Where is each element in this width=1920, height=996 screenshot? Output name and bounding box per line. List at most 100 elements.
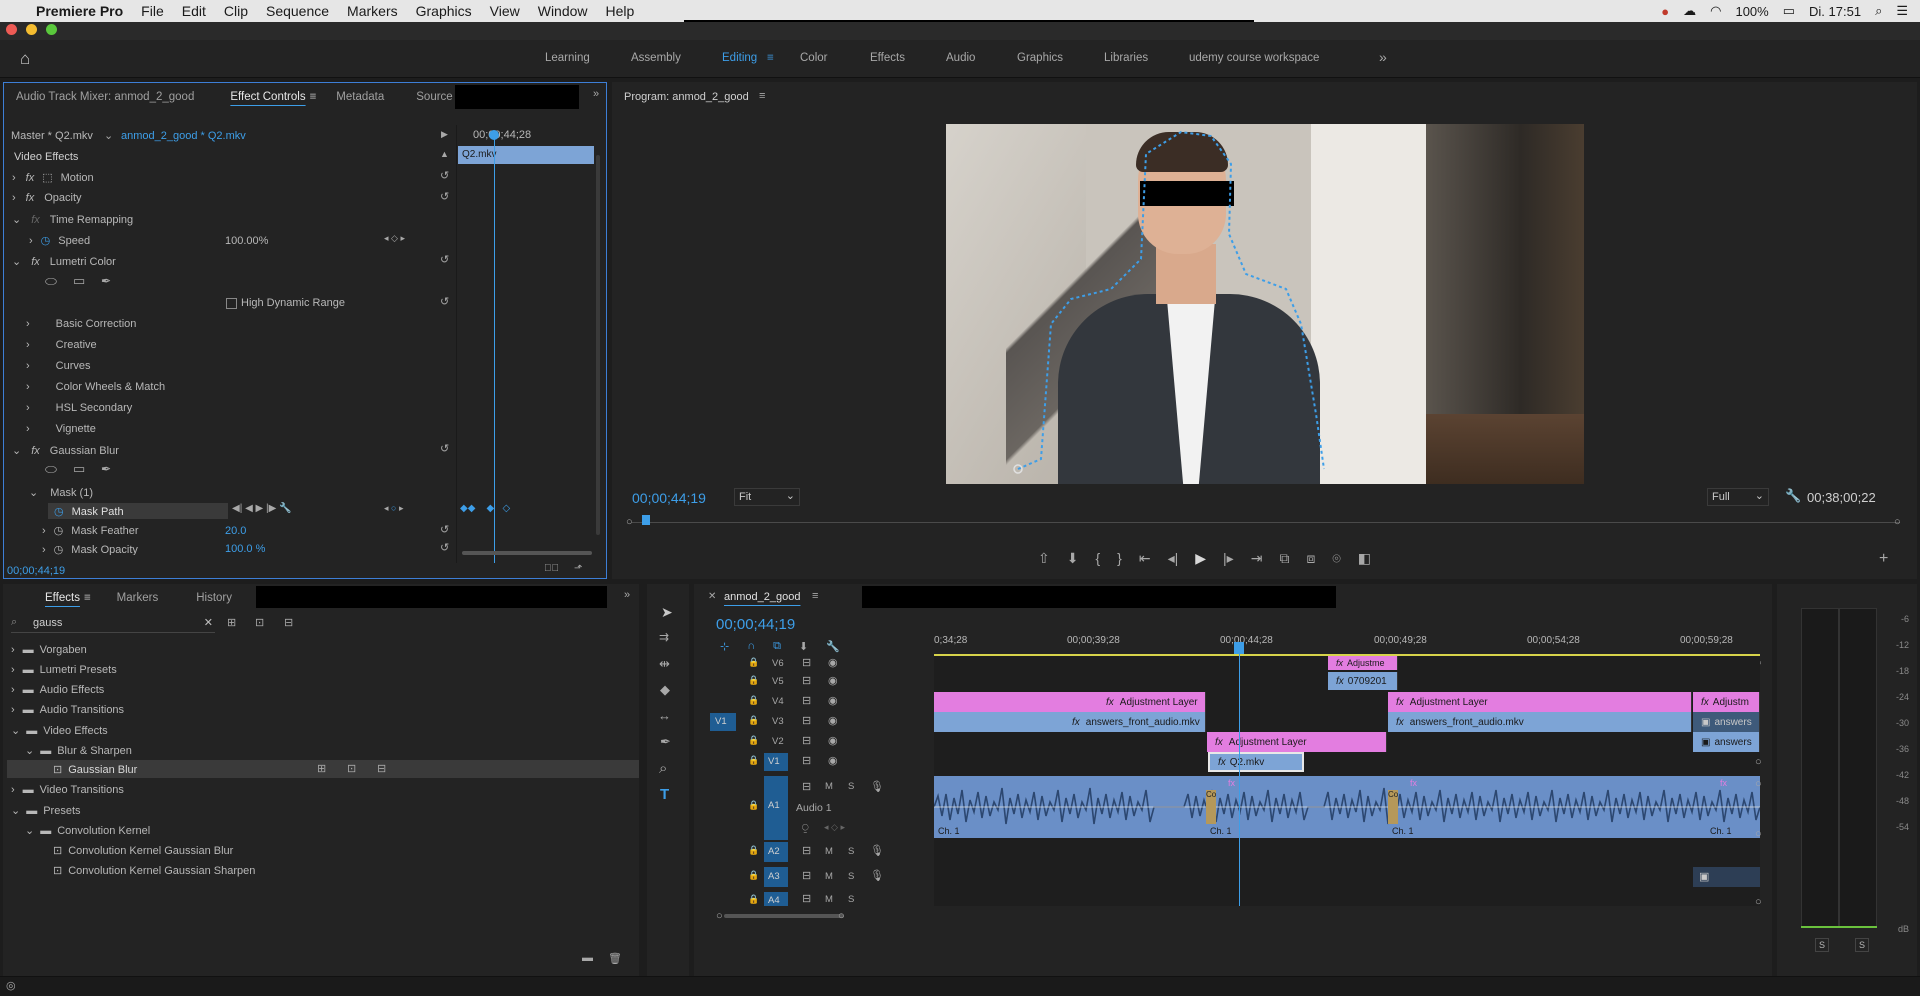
zoom-tool-icon[interactable]: ⌕ xyxy=(659,760,667,777)
track-label-a2[interactable]: A2 xyxy=(764,842,788,862)
collapse-icon[interactable]: ⌄ xyxy=(12,445,21,457)
track-select-icon[interactable]: ⇉ xyxy=(659,630,669,644)
clip-v2-answers[interactable]: ▣ answers xyxy=(1693,732,1760,752)
curves-row[interactable]: › Curves xyxy=(26,360,91,372)
collapse-icon[interactable]: ⌄ xyxy=(11,725,20,737)
tree-item-video-effects[interactable]: ⌄ ▬ Video Effects xyxy=(11,724,108,737)
menu-window[interactable]: Window xyxy=(529,3,597,19)
tab-audio-track-mixer[interactable]: Audio Track Mixer: anmod_2_good xyxy=(4,91,206,103)
stopwatch-icon[interactable]: ◷ xyxy=(54,506,64,518)
audio-transition-a[interactable]: Co xyxy=(1206,790,1216,824)
clip-v3-answers-c[interactable]: ▣ answers xyxy=(1693,712,1760,732)
reset-gaussian-icon[interactable]: ↺ xyxy=(440,442,449,455)
chevron-down-icon[interactable]: ⌄ xyxy=(104,129,113,142)
sync-icon[interactable]: ⊟ xyxy=(802,656,811,669)
play-icon[interactable]: ▶ xyxy=(1195,550,1206,570)
motion-row[interactable]: › fx ⬚ Motion xyxy=(12,171,94,184)
eye-icon[interactable]: ◉ xyxy=(828,754,838,767)
expand-icon[interactable]: › xyxy=(12,172,16,184)
settings-wrench-icon[interactable]: 🔧 xyxy=(826,640,840,653)
keyframe-nav-icon[interactable]: ◂ ◇ ▸ xyxy=(384,233,405,244)
control-center-icon[interactable]: ☰ xyxy=(1896,3,1908,19)
type-tool-icon[interactable]: T xyxy=(660,786,669,803)
expand-icon[interactable]: › xyxy=(26,360,30,372)
collapse-icon[interactable]: ⌄ xyxy=(29,487,38,499)
eye-icon[interactable]: ◉ xyxy=(828,694,838,707)
sync-icon[interactable]: ⊟ xyxy=(802,844,811,857)
expand-icon[interactable]: › xyxy=(29,235,33,247)
ellipse-mask-icon[interactable]: ⬭ xyxy=(45,461,57,478)
opacity-row[interactable]: › fx Opacity xyxy=(12,192,82,204)
color-wheels-row[interactable]: › Color Wheels & Match xyxy=(26,381,165,393)
expand-icon[interactable]: › xyxy=(42,544,46,555)
zoom-handle-left[interactable]: ○ xyxy=(626,516,633,528)
pen-mask-icon[interactable]: ✒ xyxy=(101,274,111,288)
comparison-view-icon[interactable]: ◧ xyxy=(1358,550,1371,570)
cloud-icon[interactable]: ☁ xyxy=(1683,3,1696,19)
mute-button[interactable]: M xyxy=(825,894,833,905)
status-icon[interactable]: ◎ xyxy=(6,979,16,992)
quality-dropdown[interactable]: Full ⌄ xyxy=(1707,488,1769,506)
trash-icon[interactable]: 🗑 xyxy=(608,952,622,965)
time-remap-row[interactable]: ⌄ fx Time Remapping xyxy=(12,213,133,226)
program-title[interactable]: Program: anmod_2_good xyxy=(624,91,749,103)
expand-icon[interactable]: › xyxy=(26,423,30,435)
collapse-icon[interactable]: ⌄ xyxy=(25,745,34,757)
32bit-effects-icon[interactable]: ⊡ xyxy=(255,616,264,629)
mask-opacity-row[interactable]: › ◷ Mask Opacity xyxy=(42,543,138,555)
gaussian-blur-row[interactable]: ⌄ fx Gaussian Blur xyxy=(12,444,119,457)
expand-icon[interactable]: › xyxy=(26,381,30,393)
wifi-icon[interactable]: ◠ xyxy=(1710,3,1721,19)
lock-icon[interactable]: 🔒 xyxy=(748,870,759,881)
fx-icon[interactable]: fx xyxy=(26,172,35,184)
sync-icon[interactable]: ⊟ xyxy=(802,892,811,905)
lift-icon[interactable]: ⇧ xyxy=(1038,550,1050,570)
voiceover-icon[interactable]: 🎙 xyxy=(870,844,884,857)
fx-icon[interactable]: fx xyxy=(31,445,40,457)
close-window-button[interactable] xyxy=(6,24,17,35)
filter-icon[interactable]: ▸⃞ xyxy=(544,563,559,574)
mute-button[interactable]: M xyxy=(825,781,833,792)
step-back-icon[interactable]: ◂| xyxy=(1168,550,1179,570)
sync-icon[interactable]: ⊟ xyxy=(802,754,811,767)
reset-opacity-mask-icon[interactable]: ↺ xyxy=(440,541,449,554)
more-tabs-icon[interactable]: » xyxy=(624,589,630,601)
scroll-end-icon[interactable]: ○ xyxy=(1755,756,1762,768)
go-to-in-icon[interactable]: ⇤ xyxy=(1139,550,1151,570)
workspace-learning[interactable]: Learning xyxy=(545,52,590,64)
more-tabs-icon[interactable]: » xyxy=(593,88,599,100)
expand-icon[interactable]: › xyxy=(26,402,30,414)
scroll-end-icon[interactable]: ○ xyxy=(1755,828,1762,840)
speed-row[interactable]: › ◷ Speed xyxy=(29,234,90,247)
clip-a1-audio[interactable]: Co Co fx fx fx Ch. 1 Ch. 1 Ch. 1 Ch. 1 xyxy=(934,776,1760,838)
collapse-icon[interactable]: ⌄ xyxy=(12,214,21,226)
minimize-window-button[interactable] xyxy=(26,24,37,35)
add-marker-icon[interactable]: ⬇ xyxy=(799,640,808,653)
tree-item-ck-gaussian-sharpen[interactable]: ⊡ Convolution Kernel Gaussian Sharpen xyxy=(53,864,255,877)
workspace-effects[interactable]: Effects xyxy=(870,52,905,64)
app-menu[interactable]: Premiere Pro xyxy=(27,3,132,19)
lock-icon[interactable]: 🔒 xyxy=(748,715,759,726)
tree-item-vorgaben[interactable]: › ▬ Vorgaben xyxy=(11,644,87,656)
expand-icon[interactable]: › xyxy=(26,318,30,330)
source-patch-v1[interactable]: V1 xyxy=(710,713,736,731)
timeline-playhead-head[interactable] xyxy=(1234,642,1244,654)
new-bin-icon[interactable]: ▬ xyxy=(582,952,593,964)
expand-icon[interactable]: › xyxy=(11,684,15,696)
track-label-a3[interactable]: A3 xyxy=(764,867,788,887)
rectangle-mask-icon[interactable]: ▭ xyxy=(73,461,85,477)
zoom-handle-right[interactable]: ○ xyxy=(1894,516,1901,528)
go-to-out-icon[interactable]: ⇥ xyxy=(1251,550,1263,570)
audio-transition-b[interactable]: Co xyxy=(1388,790,1398,824)
accelerated-effects-icon[interactable]: ⊞ xyxy=(227,616,236,629)
program-timecode[interactable]: 00;00;44;19 xyxy=(632,490,706,506)
menu-graphics[interactable]: Graphics xyxy=(407,3,481,19)
add-marker-icon[interactable]: ⬇ xyxy=(1067,550,1079,570)
tree-item-presets[interactable]: ⌄ ▬ Presets xyxy=(11,804,81,817)
creative-cloud-icon[interactable]: ● xyxy=(1661,4,1669,19)
timeline-timecode[interactable]: 00;00;44;19 xyxy=(716,616,795,633)
menu-view[interactable]: View xyxy=(481,3,529,19)
clip-v2-adjustment[interactable]: fx Adjustment Layer xyxy=(1207,732,1387,752)
eye-icon[interactable]: ◉ xyxy=(828,674,838,687)
fx-icon[interactable]: fx xyxy=(26,192,35,204)
